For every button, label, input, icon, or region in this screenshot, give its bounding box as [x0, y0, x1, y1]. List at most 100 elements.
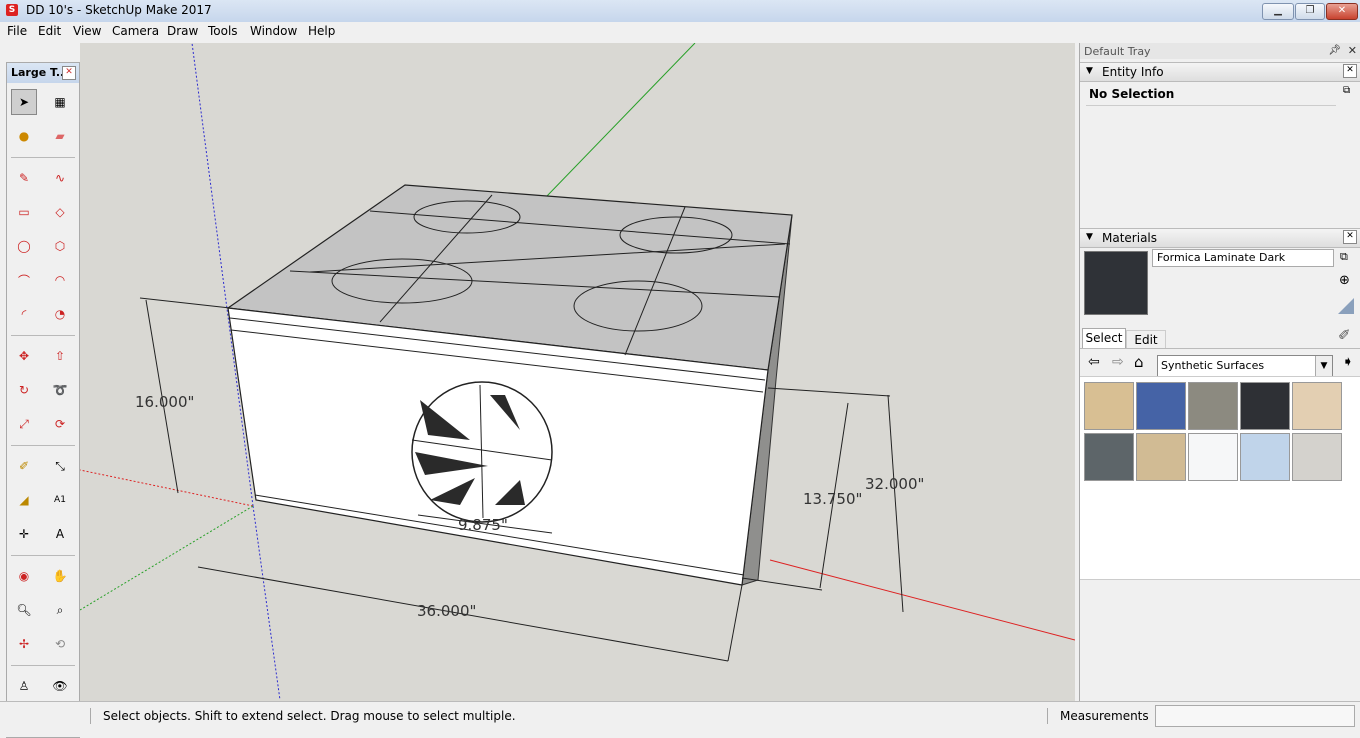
material-swatch[interactable]	[1240, 382, 1290, 430]
green-axis	[546, 43, 696, 197]
arc-icon: ⌒	[17, 273, 30, 288]
collapse-arrow-icon: ▼	[1086, 66, 1093, 76]
details-arrow-icon[interactable]: ➧	[1342, 354, 1354, 370]
make-component-button[interactable]: ▦	[47, 89, 73, 115]
material-name-field[interactable]: Formica Laminate Dark	[1152, 249, 1334, 267]
material-library-select[interactable]: Synthetic Surfaces ▼	[1157, 355, 1333, 377]
tray-close-icon[interactable]: ✕	[1348, 44, 1357, 57]
previous-view-icon: ⟲	[54, 637, 66, 651]
tool-panel-title: Large T...	[11, 66, 69, 79]
menu-tools[interactable]: Tools	[208, 24, 238, 38]
pie-tool-button[interactable]: ◔	[47, 301, 73, 327]
zoom-extents-icon: ✢	[18, 637, 30, 651]
menu-view[interactable]: View	[73, 24, 101, 38]
dim-label-32000: 32.000"	[865, 475, 925, 493]
zoom-window-button[interactable]: ⌕	[47, 597, 73, 623]
push-pull-button[interactable]: ⇧	[47, 343, 73, 369]
rotate-tool-button[interactable]: ↻	[11, 377, 37, 403]
tool-panel-close-button[interactable]: ✕	[62, 66, 76, 80]
entity-info-close-icon[interactable]: ✕	[1343, 64, 1357, 78]
polygon-tool-button[interactable]: ⬡	[47, 233, 73, 259]
look-around-button[interactable]: 👁︎	[47, 673, 73, 699]
eyedropper-icon[interactable]: ✐	[1338, 326, 1351, 344]
material-swatch[interactable]	[1292, 433, 1342, 481]
menu-file[interactable]: File	[7, 24, 27, 38]
close-button[interactable]: ✕	[1326, 3, 1358, 20]
material-swatch[interactable]	[1188, 433, 1238, 481]
selection-status: No Selection	[1089, 87, 1175, 101]
menu-camera[interactable]: Camera	[112, 24, 159, 38]
details-toggle-icon[interactable]: ⧉	[1343, 85, 1355, 101]
rotated-rectangle-icon: ◇	[55, 205, 65, 219]
tab-select[interactable]: Select	[1082, 328, 1126, 349]
material-swatch[interactable]	[1188, 382, 1238, 430]
sample-paint-icon[interactable]	[1338, 298, 1354, 314]
model-drawing	[80, 43, 1075, 701]
material-swatch[interactable]	[1136, 433, 1186, 481]
back-arrow-icon[interactable]: ⇦	[1088, 354, 1100, 370]
tab-edit[interactable]: Edit	[1126, 330, 1166, 349]
model-viewport[interactable]: 16.000" 9.875" 13.750" 32.000" 36.000"	[80, 43, 1075, 701]
rectangle-tool-button[interactable]: ▭	[11, 199, 37, 225]
pin-icon[interactable]: 📌︎	[1328, 45, 1341, 56]
display-secondary-icon[interactable]: ⧉	[1340, 250, 1348, 264]
tray-title: Default Tray	[1084, 45, 1151, 58]
menu-help[interactable]: Help	[308, 24, 335, 38]
dimension-tool-button[interactable]: ⤡	[47, 453, 73, 479]
blue-axis-neg	[252, 505, 281, 701]
pan-tool-button[interactable]: ✋	[47, 563, 73, 589]
materials-header[interactable]: ▼ Materials ✕	[1080, 228, 1360, 248]
rotated-rectangle-button[interactable]: ◇	[47, 199, 73, 225]
polygon-icon: ⬡	[54, 239, 66, 253]
material-swatch[interactable]	[1292, 382, 1342, 430]
entity-info-header[interactable]: ▼ Entity Info ✕	[1080, 62, 1360, 82]
default-tray: Default Tray 📌︎ ✕ ▼ Entity Info ✕ No Sel…	[1079, 43, 1360, 701]
tape-measure-icon: ✐	[18, 459, 30, 473]
protractor-button[interactable]: ◢	[11, 487, 37, 513]
text-tool-button[interactable]: A1	[47, 487, 73, 513]
paint-bucket-button[interactable]: ●	[11, 123, 37, 149]
arc-tool-button[interactable]: ⌒	[11, 267, 37, 293]
current-material-swatch[interactable]	[1084, 251, 1148, 315]
status-bar: Select objects. Shift to extend select. …	[0, 701, 1360, 737]
measurements-input[interactable]	[1155, 705, 1355, 727]
minimize-button[interactable]: ▁	[1262, 3, 1294, 20]
arc-3point-button[interactable]: ◜	[11, 301, 37, 327]
offset-tool-button[interactable]: ⟳	[47, 411, 73, 437]
home-icon[interactable]: ⌂	[1134, 353, 1144, 371]
freehand-tool-button[interactable]: ∿	[47, 165, 73, 191]
material-swatch[interactable]	[1084, 382, 1134, 430]
cube-icon: ▦	[54, 95, 66, 109]
rectangle-icon: ▭	[18, 205, 30, 219]
material-swatch[interactable]	[1136, 382, 1186, 430]
circle-tool-button[interactable]: ◯	[11, 233, 37, 259]
menu-draw[interactable]: Draw	[167, 24, 198, 38]
eraser-button[interactable]: ▰	[47, 123, 73, 149]
forward-arrow-icon[interactable]: ⇨	[1112, 354, 1124, 370]
materials-close-icon[interactable]: ✕	[1343, 230, 1357, 244]
material-swatch[interactable]	[1240, 433, 1290, 481]
menu-window[interactable]: Window	[250, 24, 297, 38]
arc-2point-icon: ◠	[54, 273, 66, 287]
position-camera-button[interactable]: ♙	[11, 673, 37, 699]
tool-panel-header[interactable]: Large T... ✕	[7, 63, 79, 83]
move-tool-button[interactable]: ✥	[11, 343, 37, 369]
follow-me-button[interactable]: ➰	[47, 377, 73, 403]
zoom-extents-button[interactable]: ✢	[11, 631, 37, 657]
maximize-button[interactable]: ❐	[1295, 3, 1325, 20]
3d-text-button[interactable]: A	[47, 521, 73, 547]
line-tool-button[interactable]: ✎	[11, 165, 37, 191]
zoom-tool-button[interactable]: 🔍︎	[11, 597, 37, 623]
select-tool-button[interactable]: ➤	[11, 89, 37, 115]
menu-edit[interactable]: Edit	[38, 24, 61, 38]
material-swatch[interactable]	[1084, 433, 1134, 481]
arc-2point-button[interactable]: ◠	[47, 267, 73, 293]
previous-view-button[interactable]: ⟲	[47, 631, 73, 657]
tape-measure-button[interactable]: ✐	[11, 453, 37, 479]
axes-tool-button[interactable]: ✛	[11, 521, 37, 547]
create-material-icon[interactable]: ⊕	[1339, 273, 1350, 288]
orbit-tool-button[interactable]: ◉	[11, 563, 37, 589]
scale-tool-button[interactable]: ⤢	[11, 411, 37, 437]
text-icon: A1	[54, 495, 66, 505]
3d-text-icon: A	[55, 527, 65, 541]
